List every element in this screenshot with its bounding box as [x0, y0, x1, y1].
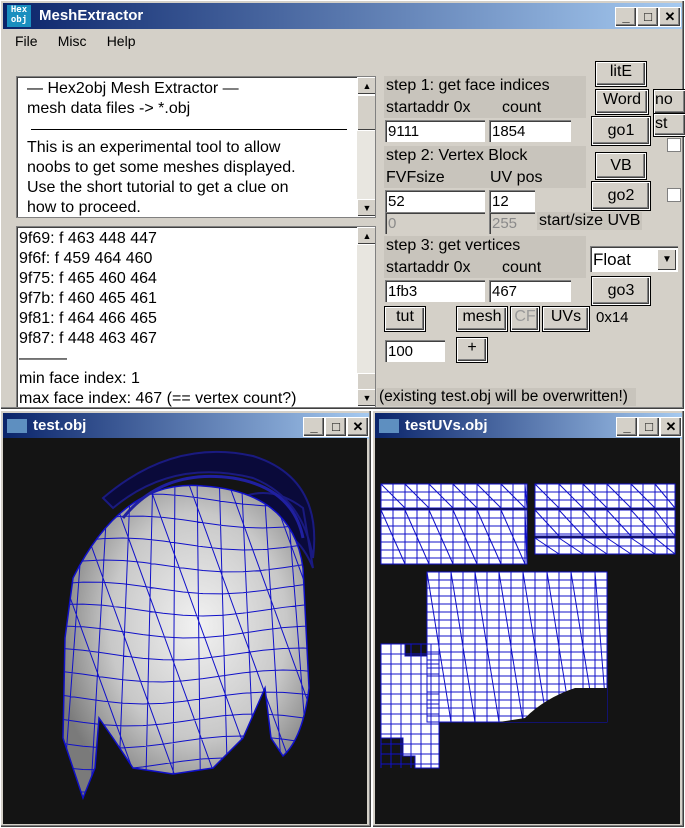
- format-select-value: Float: [593, 250, 631, 269]
- log-line: ———: [19, 350, 67, 367]
- log-line: 9f7b: f 460 465 461: [19, 290, 157, 307]
- log-textbox[interactable]: 9f69: f 463 448 447 9f6f: f 459 464 460 …: [16, 226, 376, 408]
- cf-button[interactable]: CF: [511, 307, 539, 331]
- info-line: — Hex2obj Mesh Extractor —: [27, 80, 239, 97]
- uvb-start-input: 0: [385, 212, 485, 234]
- chevron-down-icon[interactable]: ▼: [657, 249, 677, 271]
- close-button[interactable]: ✕: [659, 7, 681, 27]
- info-scrollbar[interactable]: ▲ ▼: [357, 77, 375, 217]
- info-line: noobs to get some meshes displayed.: [27, 159, 296, 176]
- minimize-button[interactable]: _: [303, 417, 325, 437]
- scroll-down-icon[interactable]: ▼: [357, 389, 375, 407]
- no-button[interactable]: no: [654, 90, 685, 114]
- go2-button[interactable]: go2: [592, 182, 650, 210]
- mesh-titlebar[interactable]: test.obj _ □ ✕: [3, 413, 369, 439]
- log-line: min face index: 1: [19, 370, 140, 387]
- minimize-button[interactable]: _: [615, 7, 637, 27]
- percent-input[interactable]: 100: [385, 340, 445, 362]
- step3-startaddr-input[interactable]: 1fb3: [385, 280, 485, 302]
- step2-title: step 2: Vertex Block: [386, 147, 528, 164]
- window-icon: [7, 419, 27, 433]
- menu-help[interactable]: Help: [99, 31, 144, 51]
- maximize-button[interactable]: □: [638, 417, 660, 437]
- log-line: max face index: 467 (== vertex count?): [19, 390, 297, 407]
- scroll-up-icon[interactable]: ▲: [357, 227, 375, 245]
- log-line: 9f6f: f 459 464 460: [19, 250, 153, 267]
- close-button[interactable]: ✕: [660, 417, 682, 437]
- info-line: mesh data files -> *.obj: [27, 100, 191, 117]
- menubar: File Misc Help: [3, 31, 143, 53]
- uvs-button[interactable]: UVs: [543, 307, 589, 331]
- scroll-up-icon[interactable]: ▲: [357, 77, 375, 95]
- log-line: 9f87: f 448 463 467: [19, 330, 157, 347]
- step2-uvpos-label: UV pos: [490, 169, 543, 186]
- info-textbox[interactable]: — Hex2obj Mesh Extractor — mesh data fil…: [16, 76, 376, 218]
- step1-count-input[interactable]: 1854: [489, 120, 571, 142]
- info-line: Use the short tutorial to get a clue on: [27, 179, 289, 196]
- go1-button[interactable]: go1: [592, 117, 650, 145]
- go3-button[interactable]: go3: [592, 277, 650, 305]
- info-line: This is an experimental tool to allow: [27, 139, 281, 156]
- step1-startaddr-label: startaddr 0x: [386, 99, 471, 116]
- uv-titlebar[interactable]: testUVs.obj _ □ ✕: [375, 413, 682, 439]
- maximize-button[interactable]: □: [637, 7, 659, 27]
- step3-title: step 3: get vertices: [386, 237, 521, 254]
- log-line: 9f69: f 463 448 447: [19, 230, 157, 247]
- uv-viewport[interactable]: [375, 438, 680, 824]
- plus-button[interactable]: +: [457, 338, 487, 362]
- scroll-down-icon[interactable]: ▼: [357, 199, 375, 217]
- lite-button[interactable]: litE: [596, 62, 646, 86]
- app-icon: Hex obj: [7, 5, 31, 27]
- vb-button[interactable]: VB: [596, 153, 646, 179]
- step1-count-label: count: [502, 99, 542, 116]
- word-button[interactable]: Word: [596, 90, 648, 114]
- mesh-viewport[interactable]: [3, 438, 367, 824]
- st-button[interactable]: st: [654, 114, 685, 136]
- option-checkbox[interactable]: [667, 188, 681, 202]
- uvpos-input[interactable]: 12: [489, 190, 535, 212]
- scroll-thumb[interactable]: [357, 95, 375, 131]
- menu-file[interactable]: File: [7, 31, 46, 51]
- info-line: how to proceed.: [27, 199, 141, 216]
- ox14-label: 0x14: [596, 309, 629, 326]
- menu-misc[interactable]: Misc: [50, 31, 95, 51]
- mesh-window-title: test.obj: [33, 417, 87, 434]
- tut-button[interactable]: tut: [385, 307, 425, 331]
- uvb-size-input: 255: [489, 212, 535, 234]
- step1-startaddr-input[interactable]: 9111: [385, 120, 485, 142]
- info-divider: [31, 129, 347, 130]
- uvb-label: start/size UVB: [537, 212, 643, 230]
- maximize-button[interactable]: □: [325, 417, 347, 437]
- format-select[interactable]: Float ▼: [590, 246, 678, 272]
- log-line: 9f81: f 464 466 465: [19, 310, 157, 327]
- close-button[interactable]: ✕: [347, 417, 369, 437]
- log-line: 9f75: f 465 460 464: [19, 270, 157, 287]
- step2-fvf-label: FVFsize: [386, 169, 445, 186]
- log-scrollbar[interactable]: ▲ ▼: [357, 227, 375, 407]
- minimize-button[interactable]: _: [616, 417, 638, 437]
- option-checkbox[interactable]: [667, 138, 681, 152]
- mesh-button[interactable]: mesh: [457, 307, 507, 331]
- window-icon: [379, 419, 399, 433]
- step3-startaddr-label: startaddr 0x: [386, 259, 471, 276]
- main-titlebar[interactable]: Hex obj MeshExtractor _ □ ✕: [3, 3, 682, 29]
- step3-count-label: count: [502, 259, 542, 276]
- uv-window-title: testUVs.obj: [405, 417, 488, 434]
- status-note: (existing test.obj will be overwritten!): [377, 388, 636, 406]
- fvfsize-input[interactable]: 52: [385, 190, 485, 212]
- step3-count-input[interactable]: 467: [489, 280, 571, 302]
- window-title: MeshExtractor: [39, 7, 144, 24]
- step1-title: step 1: get face indices: [386, 77, 550, 94]
